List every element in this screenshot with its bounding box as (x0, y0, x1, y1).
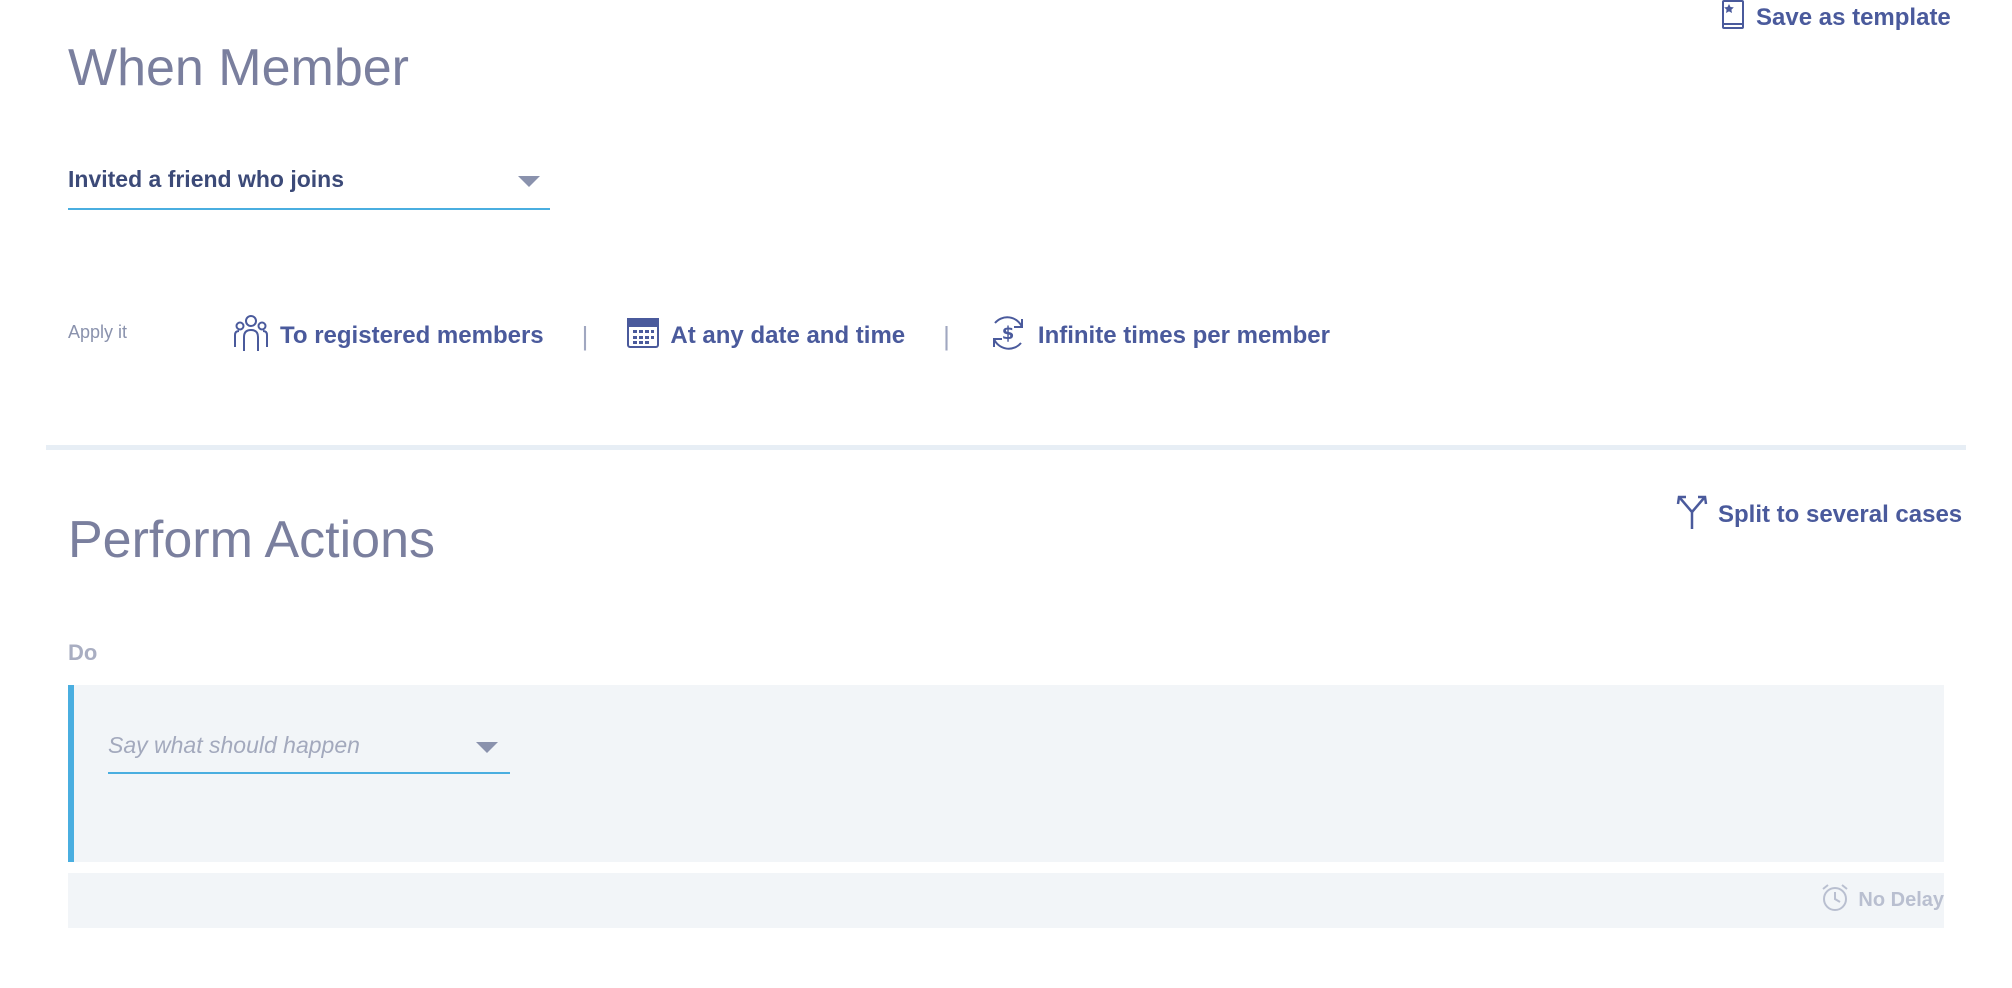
separator: | (943, 320, 950, 351)
delay-label: No Delay (1858, 889, 1944, 911)
calendar-icon (626, 316, 660, 357)
save-as-template-link[interactable]: Save as template (1720, 0, 1951, 36)
separator: | (581, 320, 589, 351)
section-divider (46, 445, 1966, 450)
apply-option-members-label: To registered members (280, 322, 544, 349)
trigger-select[interactable]: Invited a friend who joins (68, 162, 550, 210)
alarm-clock-icon (1820, 883, 1850, 918)
refresh-dollar-icon: $ (988, 313, 1028, 360)
apply-options-row: To registered members | At any date and … (232, 314, 1330, 357)
apply-option-frequency[interactable]: $ Infinite times per member (988, 313, 1330, 360)
split-icon (1676, 494, 1708, 535)
action-select-placeholder: Say what should happen (108, 732, 360, 758)
svg-text:$: $ (1002, 323, 1015, 344)
template-icon (1720, 0, 1746, 37)
delay-bar (68, 873, 1944, 928)
do-label: Do (68, 640, 98, 665)
split-cases-label: Split to several cases (1718, 500, 1963, 528)
apply-option-members[interactable]: To registered members (232, 313, 544, 360)
apply-option-frequency-label: Infinite times per member (1037, 322, 1330, 349)
trigger-select-value: Invited a friend who joins (68, 166, 345, 192)
apply-option-datetime-label: At any date and time (670, 322, 906, 349)
apply-it-label: Apply it (68, 322, 128, 342)
chevron-down-icon (518, 176, 540, 187)
members-icon (232, 313, 270, 360)
delay-toggle[interactable]: No Delay (1820, 883, 1944, 918)
save-as-template-label: Save as template (1756, 4, 1951, 31)
apply-option-datetime[interactable]: At any date and time (626, 316, 905, 357)
when-member-title: When Member (68, 39, 409, 97)
perform-actions-title: Perform Actions (68, 511, 436, 569)
chevron-down-icon (476, 742, 498, 753)
action-select[interactable]: Say what should happen (108, 732, 510, 774)
split-cases-link[interactable]: Split to several cases (1676, 494, 1962, 535)
